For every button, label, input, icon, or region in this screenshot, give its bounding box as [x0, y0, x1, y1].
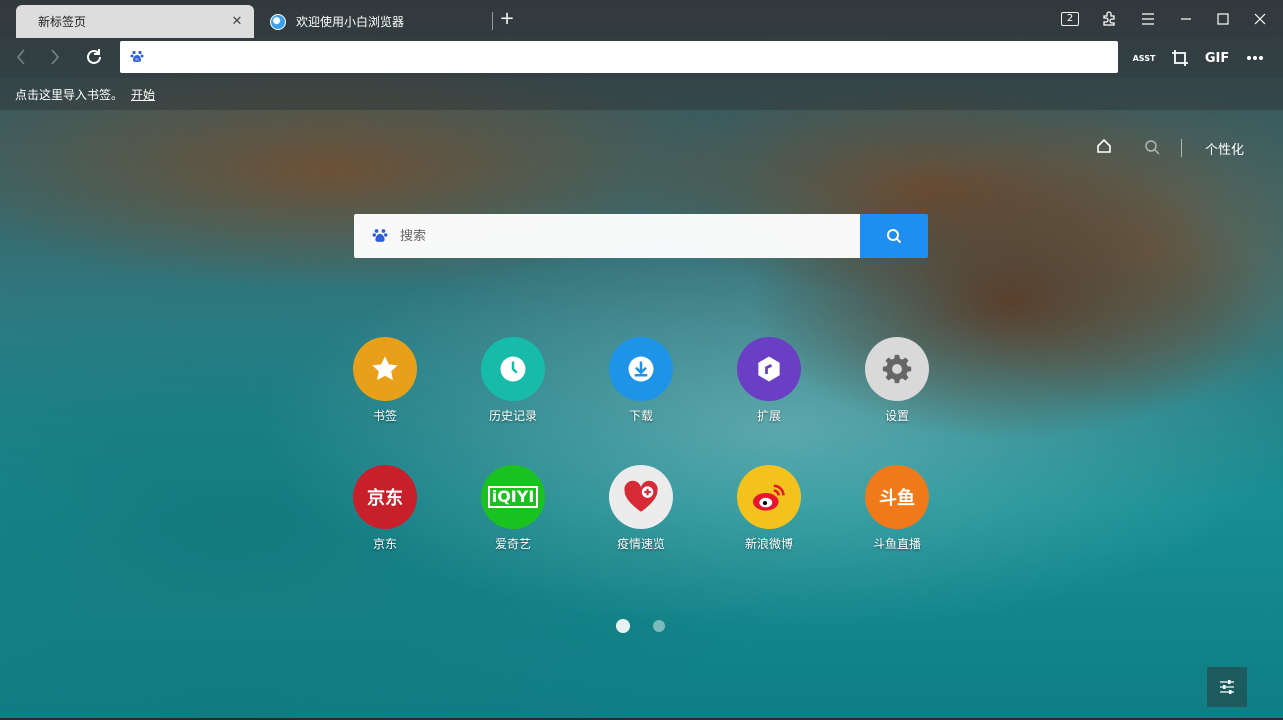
import-bookmarks-hint: 点击这里导入书签。 — [15, 87, 124, 102]
extension-hexagon-icon — [737, 337, 801, 401]
more-options-icon[interactable] — [1245, 48, 1265, 68]
shortcut-label: 新浪微博 — [744, 537, 793, 551]
navigation-toolbar: du ASST GIF — [0, 38, 1283, 78]
search-button[interactable] — [860, 214, 928, 258]
shortcut-history[interactable]: 历史记录 — [473, 337, 553, 424]
baidu-paw-icon[interactable]: du — [130, 49, 144, 66]
shortcut-label: 设置 — [884, 409, 909, 423]
tab-new-tab[interactable]: 新标签页 ✕ — [16, 5, 254, 38]
search-input[interactable] — [400, 228, 860, 244]
url-input[interactable] — [152, 43, 1118, 71]
customize-button[interactable] — [1207, 667, 1247, 707]
tab-close-icon[interactable]: ✕ — [230, 14, 244, 29]
baidu-paw-icon[interactable] — [372, 227, 388, 246]
import-start-link[interactable]: 开始 — [131, 86, 155, 103]
gear-icon — [865, 337, 929, 401]
clock-icon — [481, 337, 545, 401]
shortcut-settings[interactable]: 设置 — [857, 337, 937, 424]
new-tab-plus-icon[interactable]: + — [499, 9, 515, 29]
shortcut-bookmarks[interactable]: 书签 — [345, 337, 425, 424]
page-indicator — [616, 619, 665, 633]
tab-strip: 新标签页 ✕ 欢迎使用小白浏览器 + 2 — [0, 0, 1283, 38]
weibo-logo-icon — [737, 465, 801, 529]
sliders-icon — [1220, 680, 1234, 694]
svg-text:du: du — [135, 57, 139, 61]
heart-plus-icon — [609, 465, 673, 529]
search-bar — [354, 214, 928, 258]
back-arrow-icon[interactable] — [10, 46, 32, 68]
maximize-icon[interactable] — [1215, 10, 1231, 28]
shortcut-label: 下载 — [628, 409, 653, 423]
search-field[interactable] — [354, 214, 860, 258]
tab-divider — [492, 12, 493, 30]
page-dot-2[interactable] — [653, 620, 665, 632]
menu-icon[interactable] — [1139, 10, 1157, 28]
shortcut-jd[interactable]: 京东 京东 — [345, 465, 425, 552]
shortcut-label: 斗鱼直播 — [872, 537, 921, 551]
shortcut-epidemic[interactable]: 疫情速览 — [601, 465, 681, 552]
tab-welcome[interactable]: 欢迎使用小白浏览器 — [262, 5, 492, 38]
browser-logo-icon — [270, 13, 286, 30]
shortcut-extensions[interactable]: 扩展 — [729, 337, 809, 424]
shortcut-label: 历史记录 — [488, 409, 537, 423]
window-close-icon[interactable] — [1252, 10, 1268, 28]
forward-arrow-icon[interactable] — [44, 46, 66, 68]
page-dot-1[interactable] — [616, 619, 630, 633]
jd-logo-text: 京东 — [367, 488, 403, 509]
shortcut-label: 扩展 — [756, 409, 781, 423]
extension-puzzle-icon[interactable] — [1100, 10, 1118, 28]
shortcut-iqiyi[interactable]: iQIYI 爱奇艺 — [473, 465, 553, 552]
assistant-icon[interactable]: ASST — [1132, 48, 1156, 68]
search-icon — [887, 229, 902, 244]
tab-title: 欢迎使用小白浏览器 — [296, 15, 405, 29]
tab-title: 新标签页 — [38, 15, 87, 29]
shortcut-label: 爱奇艺 — [494, 537, 531, 551]
jd-logo-icon: 京东 — [353, 465, 417, 529]
asst-label: ASST — [1132, 53, 1156, 63]
iqiyi-logo-icon: iQIYI — [481, 465, 545, 529]
shortcut-douyu[interactable]: 斗鱼 斗鱼直播 — [857, 465, 937, 552]
shortcut-label: 疫情速览 — [616, 537, 665, 551]
crop-screenshot-icon[interactable] — [1170, 48, 1190, 68]
shortcut-weibo[interactable]: 新浪微博 — [729, 465, 809, 552]
tab-count-badge[interactable]: 2 — [1061, 12, 1079, 26]
download-icon — [609, 337, 673, 401]
shortcut-label: 京东 — [372, 537, 397, 551]
douyu-logo-icon: 斗鱼 — [865, 465, 929, 529]
reload-icon[interactable] — [83, 46, 105, 68]
shortcut-downloads[interactable]: 下载 — [601, 337, 681, 424]
minimize-icon[interactable] — [1177, 10, 1195, 28]
iqiyi-logo-text: iQIYI — [487, 486, 539, 508]
home-icon[interactable] — [1095, 138, 1113, 156]
shortcut-label: 书签 — [372, 409, 397, 423]
gif-record-button[interactable]: GIF — [1205, 48, 1229, 68]
search-toggle-icon[interactable] — [1144, 139, 1162, 157]
personalize-button[interactable]: 个性化 — [1205, 139, 1244, 158]
bookmarks-bar: 点击这里导入书签。 开始 — [0, 78, 1283, 110]
divider — [1181, 139, 1182, 157]
address-bar[interactable]: du — [120, 41, 1118, 73]
gif-label: GIF — [1204, 50, 1230, 66]
douyu-logo-text: 斗鱼 — [879, 488, 915, 509]
star-icon — [353, 337, 417, 401]
